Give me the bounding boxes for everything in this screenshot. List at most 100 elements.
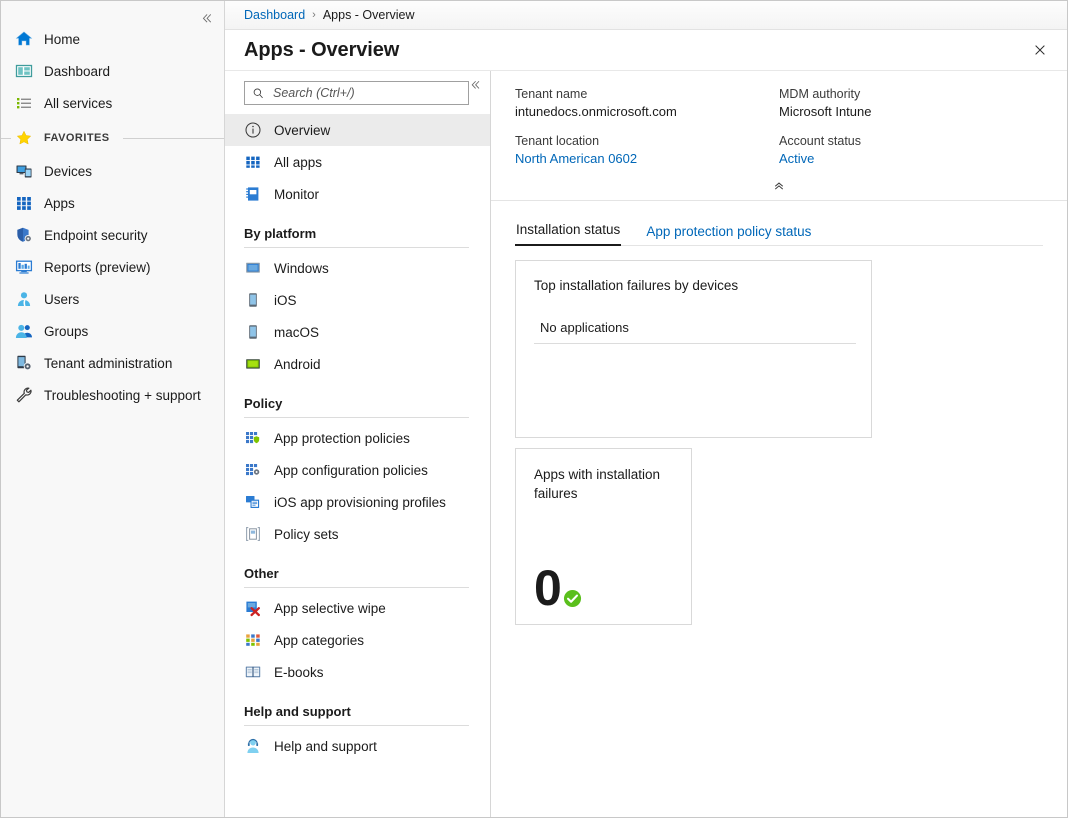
help-support-icon (244, 737, 262, 755)
nav-item-label: App configuration policies (274, 463, 428, 478)
field-value-link[interactable]: North American 0602 (515, 150, 779, 168)
sidebar-favorites-header: FAVORITES (1, 123, 224, 153)
nav-item-policy-sets[interactable]: Policy sets (225, 518, 490, 550)
nav-item-label: Monitor (274, 187, 319, 202)
app-configuration-icon (244, 461, 262, 479)
nav-group-other: Other (225, 550, 490, 588)
nav-item-label: Windows (274, 261, 329, 276)
dashboard-icon (15, 62, 33, 80)
sidebar-item-users[interactable]: Users (1, 283, 224, 315)
nav-item-label: Help and support (274, 739, 377, 754)
tab-installation-status[interactable]: Installation status (515, 215, 621, 246)
apps-grid-icon (15, 194, 33, 212)
card-title: Top installation failures by devices (534, 276, 853, 295)
nav-item-app-categories[interactable]: App categories (225, 624, 490, 656)
macos-tablet-icon (244, 323, 262, 341)
nav-item-app-selective-wipe[interactable]: App selective wipe (225, 592, 490, 624)
tenant-panel-collapse-button[interactable] (491, 179, 1067, 200)
ebooks-icon (244, 663, 262, 681)
star-icon (15, 129, 33, 147)
all-services-icon (15, 94, 33, 112)
field-label: MDM authority (779, 85, 1043, 103)
breadcrumb-separator-icon: › (312, 9, 316, 21)
nav-item-label: Overview (274, 123, 330, 138)
field-value-link[interactable]: Active (779, 150, 1043, 168)
nav-item-label: All apps (274, 155, 322, 170)
nav-item-android[interactable]: Android (225, 348, 490, 380)
apps-with-installation-failures-tile[interactable]: Apps with installation failures 0 (515, 448, 692, 625)
nav-item-windows[interactable]: Windows (225, 252, 490, 284)
sidebar-item-dashboard[interactable]: Dashboard (1, 55, 224, 87)
sidebar-item-label: Users (44, 292, 79, 307)
sidebar-item-devices[interactable]: Devices (1, 155, 224, 187)
sidebar-item-tenant-administration[interactable]: Tenant administration (1, 347, 224, 379)
nav-item-help-and-support[interactable]: Help and support (225, 730, 490, 762)
sidebar-item-label: Apps (44, 196, 75, 211)
field-value: Microsoft Intune (779, 103, 1043, 121)
nav-group-by-platform: By platform (225, 210, 490, 248)
nav-collapse-button[interactable] (467, 76, 485, 94)
chevron-double-left-icon (470, 79, 482, 91)
home-icon (15, 30, 33, 48)
search-box[interactable] (244, 81, 469, 105)
field-value: intunedocs.onmicrosoft.com (515, 103, 779, 121)
tab-label: Installation status (516, 222, 620, 237)
tenant-summary-panel: Tenant name intunedocs.onmicrosoft.com T… (491, 71, 1067, 201)
field-label: Tenant name (515, 85, 779, 103)
nav-item-ios[interactable]: iOS (225, 284, 490, 316)
android-screen-icon (244, 355, 262, 373)
nav-item-ios-app-provisioning-profiles[interactable]: iOS app provisioning profiles (225, 486, 490, 518)
sidebar-item-all-services[interactable]: All services (1, 87, 224, 119)
sidebar-favorites-label: FAVORITES (44, 132, 110, 144)
blade-content: Tenant name intunedocs.onmicrosoft.com T… (491, 71, 1067, 817)
sidebar-item-home[interactable]: Home (1, 23, 224, 55)
search-input[interactable] (271, 85, 461, 101)
breadcrumb-dashboard-link[interactable]: Dashboard (244, 8, 305, 22)
nav-item-ebooks[interactable]: E-books (225, 656, 490, 688)
sidebar-item-label: All services (44, 96, 112, 111)
tenant-column-right: MDM authority Microsoft Intune Account s… (779, 85, 1043, 179)
policy-sets-icon (244, 525, 262, 543)
tenant-location-field: Tenant location North American 0602 (515, 132, 779, 168)
content-tabs: Installation status App protection polic… (491, 215, 1067, 246)
nav-search-container (225, 81, 490, 105)
nav-item-label: App selective wipe (274, 601, 386, 616)
sidebar-item-label: Reports (preview) (44, 260, 151, 275)
tab-app-protection-policy-status[interactable]: App protection policy status (645, 217, 812, 246)
sidebar-item-apps[interactable]: Apps (1, 187, 224, 219)
sidebar-item-reports[interactable]: Reports (preview) (1, 251, 224, 283)
global-sidebar: Home Dashboard (1, 1, 225, 817)
cards-region: Top installation failures by devices No … (491, 246, 1067, 625)
nav-item-macos[interactable]: macOS (225, 316, 490, 348)
top-installation-failures-card: Top installation failures by devices No … (515, 260, 872, 438)
sidebar-collapse-button[interactable] (196, 7, 218, 29)
wrench-icon (15, 386, 33, 404)
provisioning-profile-icon (244, 493, 262, 511)
sidebar-item-troubleshooting-support[interactable]: Troubleshooting + support (1, 379, 224, 411)
sidebar-item-groups[interactable]: Groups (1, 315, 224, 347)
user-icon (15, 290, 33, 308)
nav-item-label: macOS (274, 325, 319, 340)
nav-item-label: iOS app provisioning profiles (274, 495, 446, 510)
sidebar-item-label: Tenant administration (44, 356, 172, 371)
nav-group-title: Policy (244, 396, 469, 417)
nav-group-title: Help and support (244, 704, 469, 725)
breadcrumb-current: Apps - Overview (323, 8, 415, 22)
field-label: Account status (779, 132, 1043, 150)
breadcrumb: Dashboard › Apps - Overview (225, 1, 1067, 30)
info-circle-icon (244, 121, 262, 139)
nav-item-monitor[interactable]: Monitor (225, 178, 490, 210)
nav-item-label: Android (274, 357, 321, 372)
sidebar-item-endpoint-security[interactable]: Endpoint security (1, 219, 224, 251)
nav-item-app-protection-policies[interactable]: App protection policies (225, 422, 490, 454)
selective-wipe-icon (244, 599, 262, 617)
shield-gear-icon (15, 226, 33, 244)
nav-item-overview[interactable]: Overview (225, 114, 490, 146)
tile-value-row: 0 (534, 566, 673, 624)
close-blade-button[interactable] (1027, 37, 1053, 63)
nav-primary-list: Overview (225, 114, 490, 210)
nav-item-all-apps[interactable]: All apps (225, 146, 490, 178)
field-label: Tenant location (515, 132, 779, 150)
sidebar-item-label: Groups (44, 324, 88, 339)
nav-item-app-configuration-policies[interactable]: App configuration policies (225, 454, 490, 486)
